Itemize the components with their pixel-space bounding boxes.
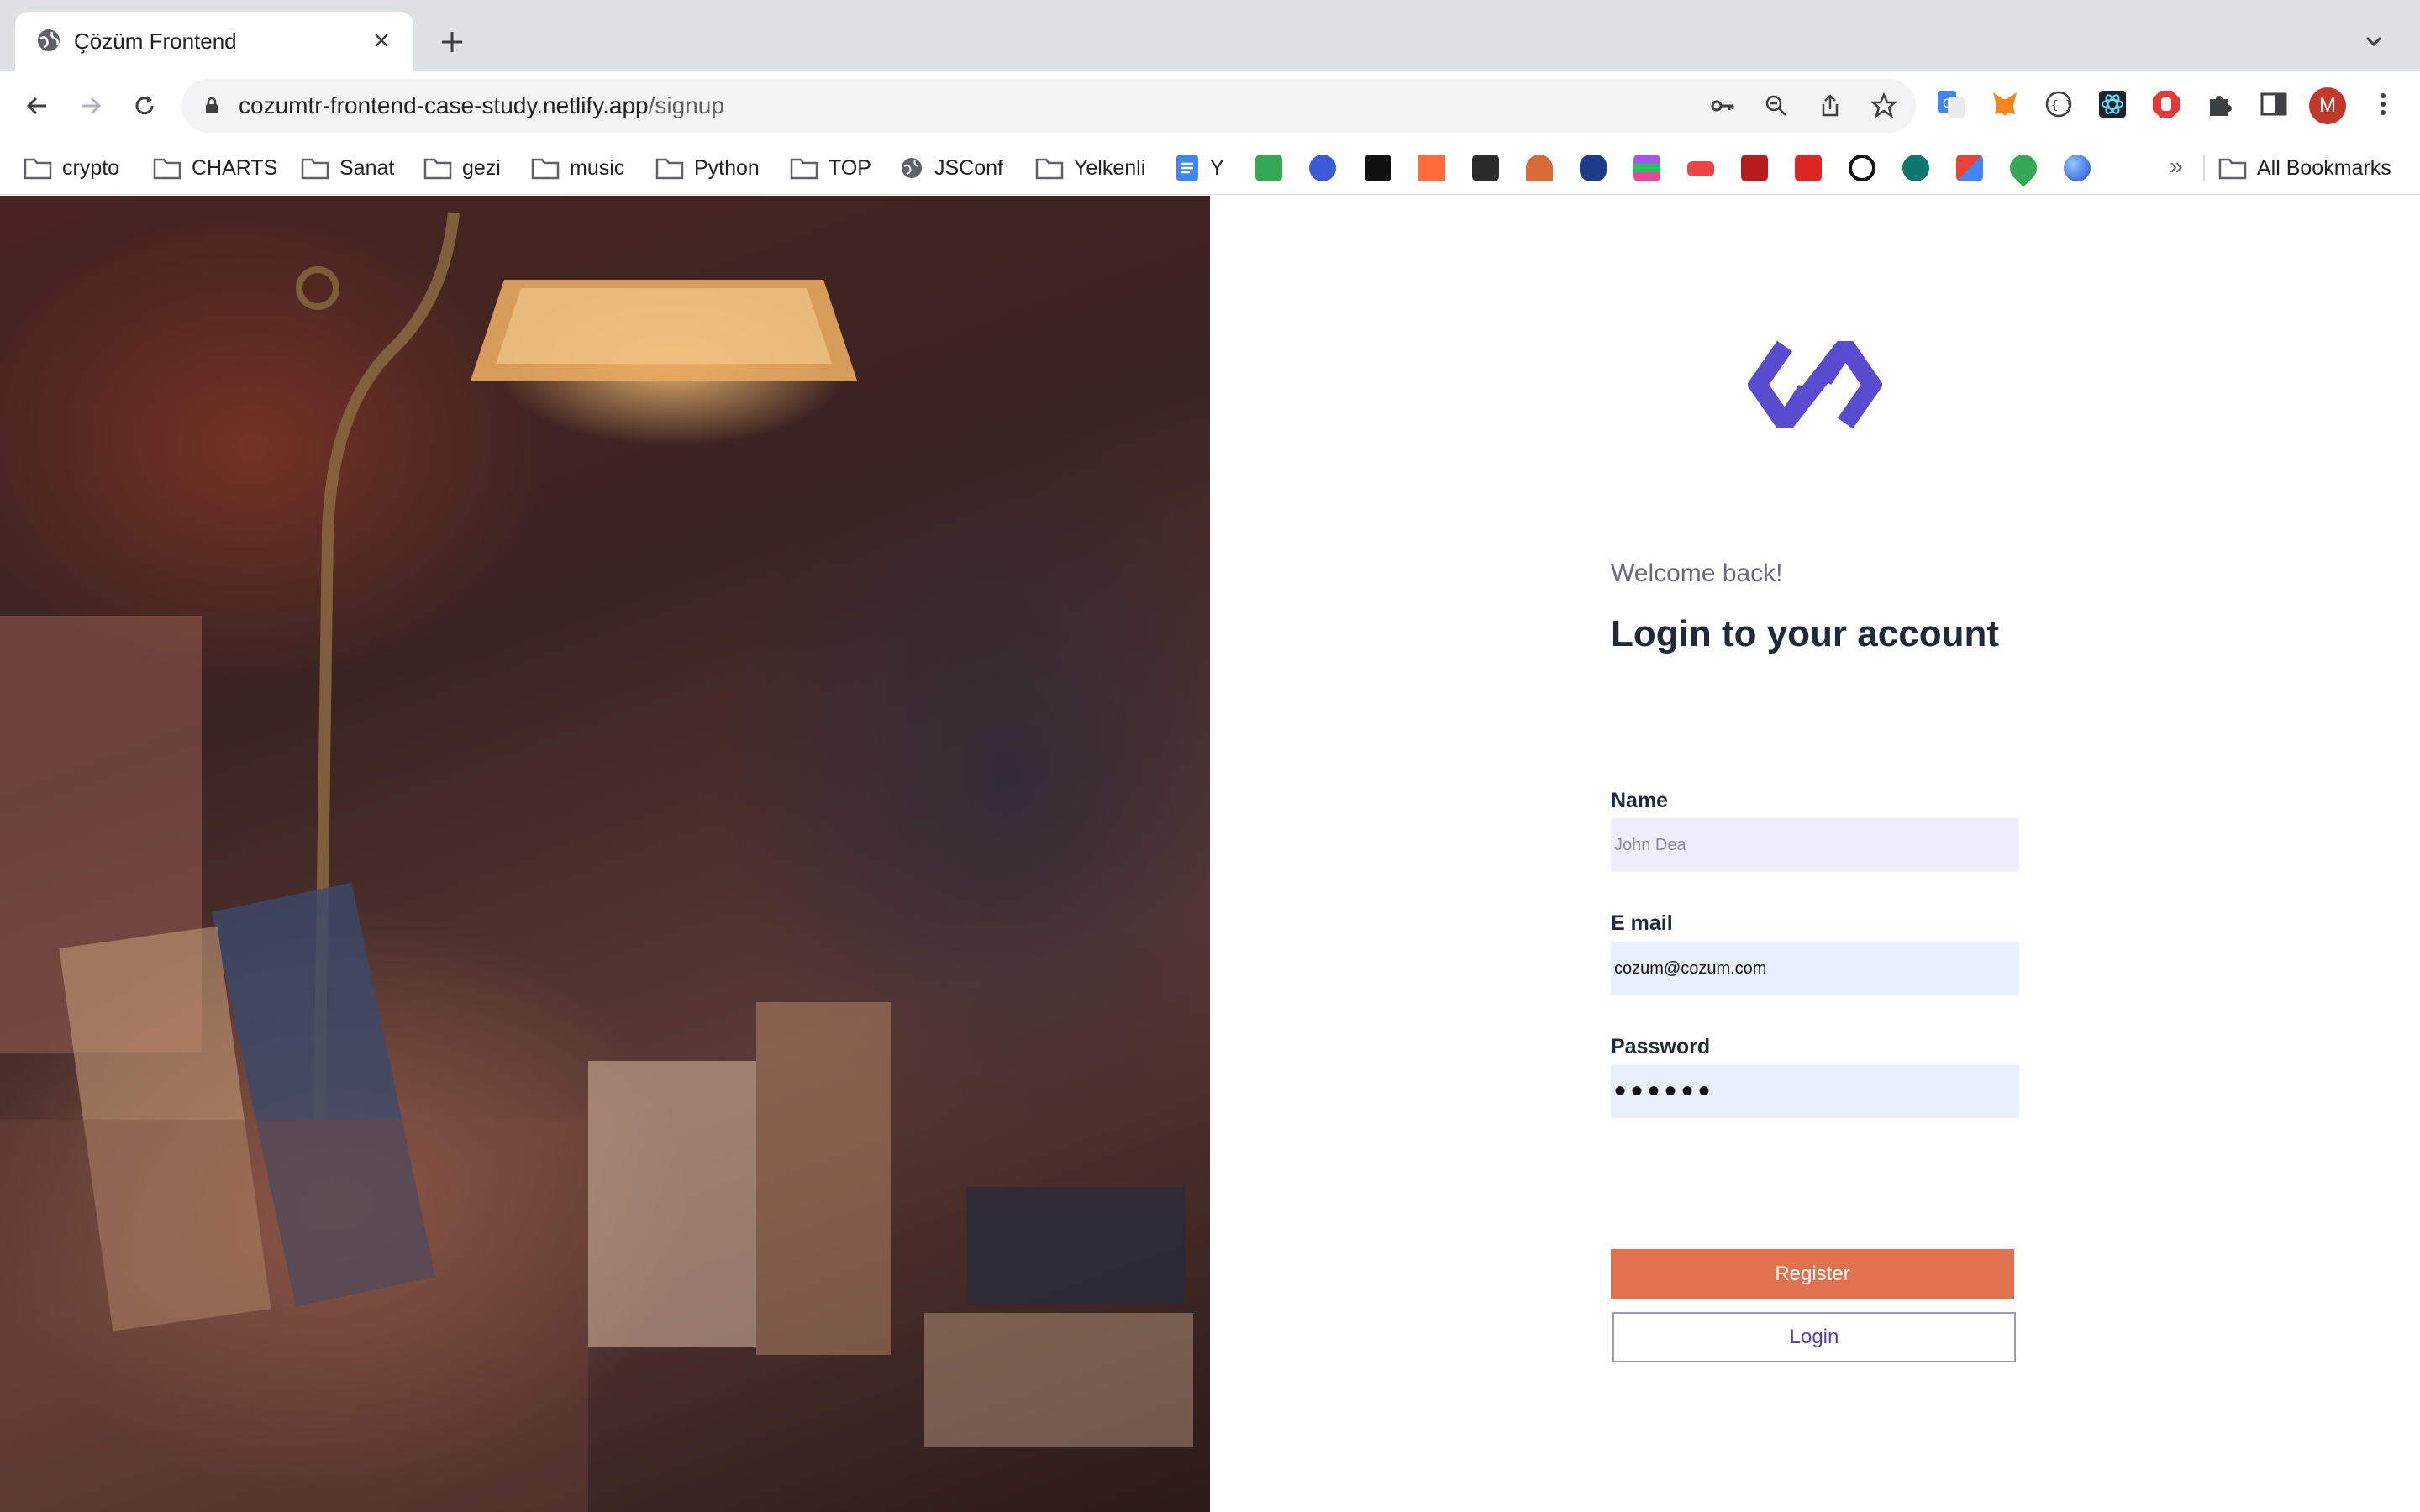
password-field[interactable] [1611,1064,2019,1118]
bookmark-star-icon[interactable] [1870,92,1897,119]
bookmark-label: Sanat [339,155,395,180]
earth-icon[interactable] [2064,155,2091,181]
live-icon[interactable] [1687,161,1714,176]
tab-strip: Çözüm Frontend [0,0,2420,71]
letter-t-icon[interactable] [1795,155,1822,181]
react-devtools-icon[interactable] [2097,89,2128,119]
close-tab-icon[interactable] [368,27,395,54]
side-panel-icon[interactable] [2259,89,2289,119]
bookmark-label: Python [694,155,760,180]
browser-tab[interactable]: Çözüm Frontend [15,12,413,71]
globe-icon [902,158,922,178]
hero-bookshop-photo [0,196,1210,1512]
bookmark-label: Y [1210,155,1224,180]
svg-text:{ }: { } [2051,99,2072,113]
sofa-icon[interactable] [1472,155,1499,181]
bookmark-folder-python[interactable]: Python [655,153,760,183]
bookmark-label: CHARTS [192,155,278,180]
ef-icon[interactable] [1902,155,1929,181]
new-tab-icon[interactable] [435,25,469,59]
welcome-text: Welcome back! [1611,559,1783,587]
back-arrow-icon[interactable] [18,87,55,124]
folder-icon [301,158,329,180]
bookmark-label: JSConf [934,155,1003,180]
all-bookmarks-folder[interactable]: All Bookmarks [2218,153,2391,183]
bookmark-jsconf[interactable]: JSConf [899,153,1003,183]
chevron-down-icon[interactable] [2361,29,2386,54]
globe-icon [35,27,62,54]
stripes-icon[interactable] [1634,155,1660,181]
password-label: Password [1611,1035,1711,1058]
bar-chart-icon[interactable] [1741,155,1768,181]
hero-photo-shapes [0,212,1193,1512]
bookmark-folder-music[interactable]: music [531,153,624,183]
folder-icon [790,158,818,180]
bookmark-label: TOP [829,155,871,180]
bookmark-label: music [570,155,625,180]
google-maps-icon[interactable] [2004,149,2043,187]
all-bookmarks-label: All Bookmarks [2257,155,2391,180]
lock-icon[interactable] [200,94,224,118]
profile-avatar[interactable]: M [2309,87,2346,124]
url-text: cozumtr-frontend-case-study.netlify.app/… [239,92,724,119]
more-vertical-icon[interactable] [2368,89,2398,119]
tradingview-icon[interactable] [1365,155,1392,181]
bookmark-folder-gezi[interactable]: gezi [424,153,501,183]
bookmark-label: crypto [62,155,120,180]
metamask-fox-icon[interactable] [1990,89,2020,119]
folder-icon [1035,158,1064,180]
bookmark-folder-top[interactable]: TOP [790,153,871,183]
folder-icon [531,158,560,180]
mail-at-icon[interactable] [1309,155,1336,181]
x-icon[interactable] [1418,155,1445,181]
bookmark-folder-sanat[interactable]: Sanat [301,153,394,183]
key-icon[interactable] [1709,92,1736,119]
gmail-icon[interactable] [1956,155,1983,181]
url-host: cozumtr-frontend-case-study.netlify.app [239,92,649,118]
share-icon[interactable] [1817,92,1844,119]
page-title: Login to your account [1611,613,1999,654]
tab-title: Çözüm Frontend [74,29,237,54]
bookmarks-overflow-chevron[interactable]: » [2170,153,2183,180]
bookmark-label: gezi [462,155,501,180]
bookmarks-bar: crypto CHARTS Sanat gezi music Python TO… [0,141,2420,195]
login-button[interactable]: Login [1612,1312,2016,1362]
name-label: Name [1611,789,1669,812]
brand-logo [1748,341,1882,428]
creative-commons-icon[interactable] [1849,155,1876,181]
forward-arrow-icon[interactable] [72,87,109,124]
bookmark-folder-yelkenli[interactable]: Yelkenli [1035,153,1145,183]
extensions-puzzle-icon[interactable] [2205,89,2235,119]
folder-icon [655,158,684,180]
email-label: E mail [1611,911,1673,935]
zoom-icon[interactable] [1763,92,1790,119]
reload-icon[interactable] [126,87,163,124]
bitcoin-cash-icon[interactable] [1580,155,1607,181]
name-field[interactable] [1611,818,2019,872]
folder-icon [424,158,452,180]
email-field[interactable] [1611,942,2019,995]
code-braces-icon[interactable]: { } [2044,89,2074,119]
bookmark-folder-crypto[interactable]: crypto [24,153,119,183]
folder-icon [2218,158,2247,180]
bookmark-folder-charts[interactable]: CHARTS [153,153,277,183]
folder-icon [24,158,52,180]
bookmark-google-docs[interactable]: Y [1175,153,1224,183]
adblock-hand-icon[interactable] [2151,89,2181,119]
bookmark-label: Yelkenli [1074,155,1146,180]
folder-icon [153,158,182,180]
bookmarks-divider [2203,155,2205,181]
magnet-icon[interactable] [1526,155,1553,181]
register-button[interactable]: Register [1611,1249,2014,1299]
google-sheets-icon[interactable] [1255,155,1282,181]
address-bar[interactable]: cozumtr-frontend-case-study.netlify.app/… [182,79,1916,133]
google-docs-icon [1176,155,1198,181]
google-translate-icon[interactable]: G [1936,89,1966,119]
svg-text:G: G [1943,97,1952,111]
url-path: /signup [648,92,724,118]
